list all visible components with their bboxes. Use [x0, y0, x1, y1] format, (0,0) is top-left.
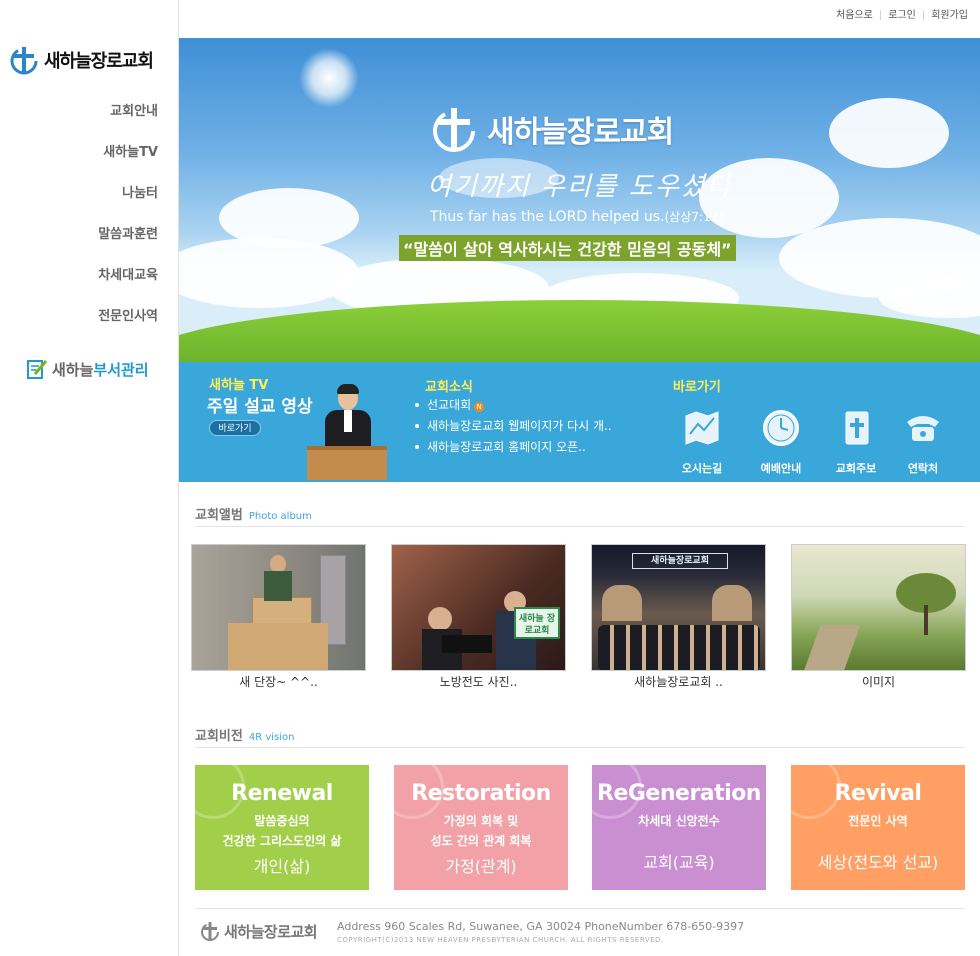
phone-icon — [907, 416, 939, 441]
new-badge-icon: N — [474, 402, 485, 412]
clock-icon — [763, 410, 799, 446]
menu-item-next-gen[interactable]: 차세대교육 — [98, 266, 158, 307]
divider — [195, 747, 965, 748]
menu-item-tv[interactable]: 새하늘TV — [98, 143, 158, 184]
hero-english-text: Thus far has the LORD helped us. — [430, 209, 665, 225]
quick-link-bulletin[interactable]: 교회주보 — [821, 408, 891, 476]
sun — [299, 48, 359, 108]
quick-link-worship[interactable]: 예배안내 — [746, 408, 816, 476]
watermark-icon — [791, 765, 841, 819]
photo-thumbnail[interactable] — [191, 544, 366, 671]
banner-sign-text: 새하늘 장로교회 — [514, 607, 560, 639]
vision-card-regeneration[interactable]: ReGeneration 차세대 신앙전수 교회(교육) — [592, 765, 766, 890]
menu-item-professional[interactable]: 전문인사역 — [98, 307, 158, 348]
news-list: 선교대회 N 새하늘장로교회 웹페이지가 다시 개.. 새하늘장로교회 홈페이지 … — [415, 396, 612, 459]
hero-handwritten-verse: 여기까지 우리를 도우셨다 — [427, 172, 733, 202]
church-logo-icon — [10, 47, 38, 75]
dept-admin-link[interactable]: 새하늘 부서관리 — [26, 358, 149, 380]
menu-item-word-training[interactable]: 말씀과훈련 — [98, 225, 158, 266]
footer-logo: 새하늘장로교회 — [199, 920, 318, 942]
hero-verse-ref: (삼상7:12) — [664, 210, 723, 224]
tv-go-button[interactable]: 바로가기 — [209, 420, 261, 436]
footer-address: Address 960 Scales Rd, Suwanee, GA 30024… — [337, 920, 745, 933]
album-photo[interactable]: 새하늘 장로교회 노방전도 사진.. — [391, 544, 566, 689]
dept-label-a: 새하늘 — [52, 360, 94, 379]
news-label: 교회소식 — [425, 380, 473, 395]
login-link[interactable]: 로그인 — [882, 10, 922, 21]
divider — [195, 908, 965, 909]
hero-banner: 새하늘장로교회 여기까지 우리를 도우셨다 Thus far has the L… — [179, 38, 980, 362]
dept-label-b: 부서관리 — [93, 360, 149, 379]
church-sign: 새하늘장로교회 — [632, 553, 728, 569]
watermark-icon — [592, 765, 642, 819]
preacher-image[interactable] — [305, 384, 389, 480]
main-menu: 교회안내 새하늘TV 나눔터 말씀과훈련 차세대교육 전문인사역 — [98, 102, 158, 348]
church-logo-icon — [201, 922, 219, 941]
hero-english-verse: Thus far has the LORD helped us.(삼상7:12) — [430, 208, 723, 225]
album-photo[interactable]: 새 단장~ ^^.. — [191, 544, 366, 689]
photo-thumbnail[interactable]: 새하늘 장로교회 — [391, 544, 566, 671]
vision-subtitle: 4R vision — [248, 732, 295, 743]
photo-caption[interactable]: 이미지 — [791, 673, 966, 689]
news-item[interactable]: 새하늘장로교회 홈페이지 오픈.. — [415, 438, 612, 459]
tv-title[interactable]: 주일 설교 영상 — [207, 392, 313, 417]
album-photo[interactable]: 이미지 — [791, 544, 966, 689]
divider — [195, 526, 965, 527]
quick-link-contact[interactable]: 연락처 — [888, 408, 958, 476]
vision-card-restoration[interactable]: Restoration 가정의 회복 및 성도 간의 관계 회복 가정(관계) — [394, 765, 568, 890]
sidebar: 새하늘장로교회 교회안내 새하늘TV 나눔터 말씀과훈련 차세대교육 전문인사역… — [0, 0, 179, 956]
grass-hill — [179, 300, 980, 362]
footer: 새하늘장로교회 Address 960 Scales Rd, Suwanee, … — [195, 918, 965, 950]
footer-copyright: COPYRIGHT(C)2013 NEW HEAVEN PRESBYTERIAN… — [337, 936, 664, 944]
site-logo[interactable]: 새하늘장로교회 — [8, 44, 154, 76]
photo-thumbnail[interactable]: 새하늘장로교회 — [591, 544, 766, 671]
signup-link[interactable]: 회원가입 — [925, 10, 974, 21]
photo-caption[interactable]: 노방전도 사진.. — [391, 673, 566, 689]
church-logo-icon — [433, 108, 475, 152]
menu-item-sharing[interactable]: 나눔터 — [98, 184, 158, 225]
quick-link-directions[interactable]: 오시는길 — [667, 408, 737, 476]
photo-caption[interactable]: 새 단장~ ^^.. — [191, 673, 366, 689]
bulletin-icon — [845, 411, 869, 445]
tv-label: 새하늘 TV — [209, 378, 269, 393]
info-band: 새하늘 TV 주일 설교 영상 바로가기 교회소식 선교대회 N 새하늘장로교회 … — [179, 362, 980, 482]
vision-card-renewal[interactable]: Renewal 말씀중심의 건강한 그리스도인의 삶 개인(삶) — [195, 765, 369, 890]
news-item[interactable]: 선교대회 N — [415, 396, 612, 417]
quick-links-label: 바로가기 — [673, 380, 721, 395]
notepad-icon — [27, 360, 48, 379]
news-item[interactable]: 새하늘장로교회 웹페이지가 다시 개.. — [415, 417, 612, 438]
home-link[interactable]: 처음으로 — [830, 10, 879, 21]
hero-church-name: 새하늘장로교회 — [487, 115, 674, 150]
map-icon — [685, 411, 719, 445]
vision-section-title: 교회비전 4R vision — [195, 729, 295, 744]
footer-church-name: 새하늘장로교회 — [224, 922, 318, 941]
top-links: 처음으로 | 로그인 | 회원가입 — [830, 6, 974, 21]
album-subtitle: Photo album — [248, 511, 312, 522]
watermark-icon — [195, 765, 245, 819]
photo-caption[interactable]: 새하늘장로교회 .. — [591, 673, 766, 689]
photo-thumbnail[interactable] — [791, 544, 966, 671]
hero-slogan: “말씀이 살아 역사하시는 건강한 믿음의 공동체” — [399, 235, 736, 261]
vision-card-revival[interactable]: Revival 전문인 사역 세상(전도와 선교) — [791, 765, 965, 890]
watermark-icon — [394, 765, 444, 819]
album-section-title: 교회앨범 Photo album — [195, 508, 312, 523]
album-photo[interactable]: 새하늘장로교회 새하늘장로교회 .. — [591, 544, 766, 689]
hero-title: 새하늘장로교회 — [429, 104, 674, 154]
logo-text: 새하늘장로교회 — [44, 51, 154, 72]
menu-item-about[interactable]: 교회안내 — [98, 102, 158, 143]
